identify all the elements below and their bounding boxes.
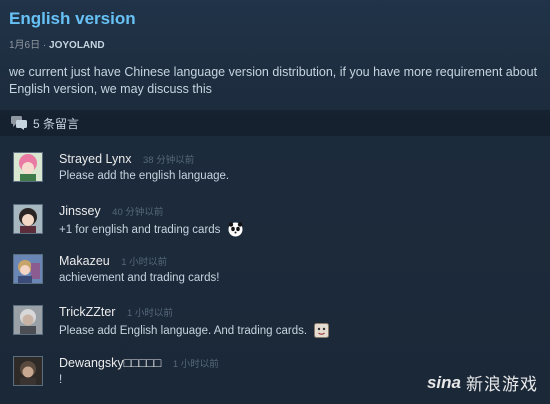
commenter-name[interactable]: Jinssey <box>59 204 101 218</box>
comment-time: 38 分钟以前 <box>142 155 195 166</box>
commenter-name[interactable]: Dewangsky□□□□□ <box>59 356 161 370</box>
comments-header[interactable]: 5 条留言 <box>0 110 550 136</box>
comment-author: Strayed Lynx 38 分钟以前 <box>59 152 194 166</box>
commenter-name[interactable]: Strayed Lynx <box>59 152 132 166</box>
announcement-post: English version 1月6日 · JOYOLAND we curre… <box>0 0 550 98</box>
commenter-name[interactable]: TrickZZter <box>59 305 115 319</box>
comment-author: TrickZZter 1 小时以前 <box>59 305 173 319</box>
chat-bubbles-icon <box>11 116 27 130</box>
comment-text: ! <box>59 374 63 386</box>
comment-item: Makazeu 1 小时以前 achievement and trading c… <box>13 254 543 294</box>
comment-count: 5 条留言 <box>33 116 80 131</box>
comment-text: Please add the english language. <box>59 170 230 182</box>
avatar[interactable] <box>13 356 43 386</box>
post-meta: 1月6日 · JOYOLAND <box>9 36 541 51</box>
avatar[interactable] <box>13 254 43 284</box>
avatar[interactable] <box>13 204 43 234</box>
comment-author: Dewangsky□□□□□ 1 小时以前 <box>59 356 219 370</box>
comment-text: achievement and trading cards! <box>59 272 220 284</box>
post-date: 1月6日 <box>9 40 41 51</box>
panda-emote-icon <box>228 222 243 237</box>
commenter-name[interactable]: Makazeu <box>59 254 110 268</box>
comment-author: Jinssey 40 分钟以前 <box>59 204 163 218</box>
sina-games-watermark: sina 新浪游戏 <box>427 370 538 395</box>
post-body: we current just have Chinese language ve… <box>9 65 538 96</box>
comment-text: Please add English language. And trading… <box>59 323 330 338</box>
avatar[interactable] <box>13 152 43 182</box>
comment-time: 1 小时以前 <box>126 308 173 319</box>
comment-item: TrickZZter 1 小时以前 Please add English lan… <box>13 305 543 345</box>
comment-item: Jinssey 40 分钟以前 +1 for english and tradi… <box>13 204 543 244</box>
sina-logo: sina <box>426 372 461 392</box>
avatar[interactable] <box>13 305 43 335</box>
comment-author: Makazeu 1 小时以前 <box>59 254 167 268</box>
meta-separator: · <box>42 40 47 51</box>
comment-item: Strayed Lynx 38 分钟以前 Please add the engl… <box>13 152 543 192</box>
comment-time: 1 小时以前 <box>121 257 168 268</box>
post-author[interactable]: JOYOLAND <box>49 40 105 51</box>
comment-time: 1 小时以前 <box>172 359 219 370</box>
face-emote-icon <box>314 323 330 338</box>
announcement-page: English version 1月6日 · JOYOLAND we curre… <box>0 0 550 404</box>
post-title[interactable]: English version <box>9 8 541 30</box>
watermark-text: 新浪游戏 <box>466 375 538 394</box>
comment-text-content: +1 for english and trading cards <box>59 224 221 236</box>
comment-text-content: Please add English language. And trading… <box>59 325 308 337</box>
comment-time: 40 分钟以前 <box>112 207 164 218</box>
comment-text: +1 for english and trading cards <box>59 222 243 237</box>
